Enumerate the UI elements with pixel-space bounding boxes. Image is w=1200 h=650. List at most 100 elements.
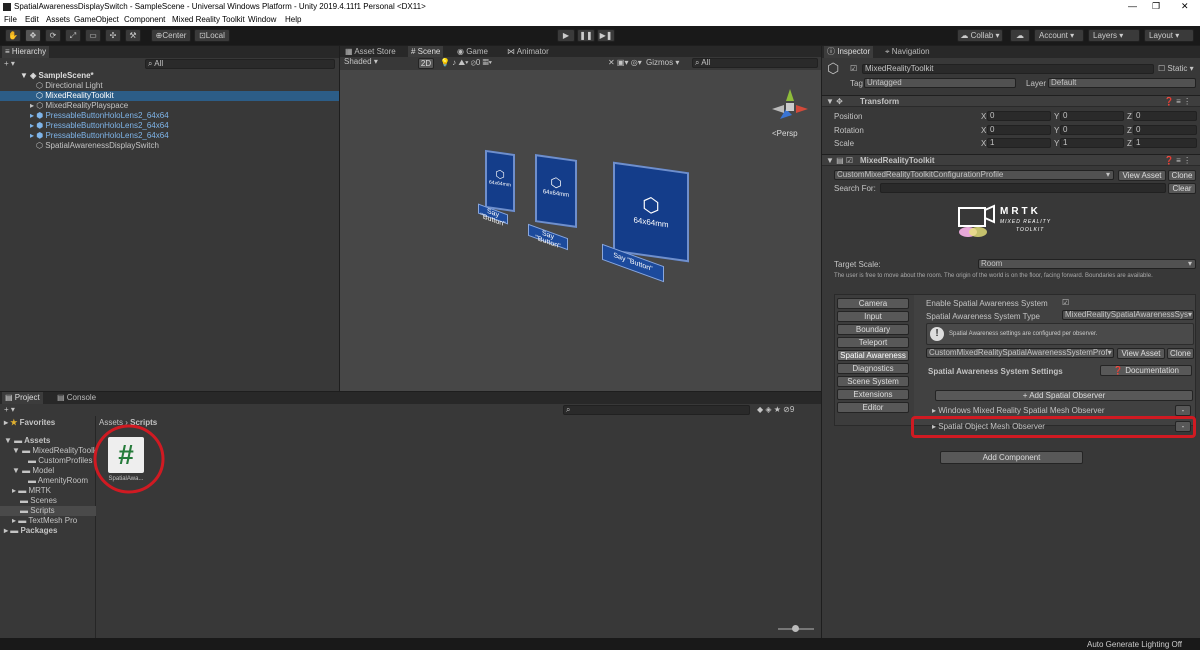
tree-packages[interactable]: ▸ ▬ Packages	[4, 526, 57, 536]
play-button[interactable]: ▶	[557, 29, 575, 42]
transform-tool-icon[interactable]: ✣	[105, 29, 121, 42]
position-z[interactable]: 0	[1133, 111, 1197, 121]
rotation-z[interactable]: 0	[1133, 125, 1197, 135]
clear-button[interactable]: Clear	[1168, 183, 1196, 194]
step-button[interactable]: ▶❚	[597, 29, 615, 42]
menu-assets[interactable]: Assets	[46, 15, 70, 24]
custom-tool-icon[interactable]: ⚒	[125, 29, 141, 42]
tree-custom-profiles[interactable]: ▬ CustomProfiles	[28, 456, 96, 466]
scene-root[interactable]: ▼ ◈ SampleScene*	[20, 71, 94, 81]
tab-project[interactable]: ▤ Project	[2, 392, 43, 404]
position-x[interactable]: 0	[987, 111, 1051, 121]
hologram-button-2[interactable]: ⬡ 64x64mm	[535, 154, 577, 228]
section-camera[interactable]: Camera	[837, 298, 909, 309]
menu-component[interactable]: Component	[124, 15, 165, 24]
2d-toggle[interactable]: 2D	[418, 58, 434, 69]
scene-search-input[interactable]: ⌕ All	[692, 58, 818, 68]
mrtk-component-header[interactable]: ▼ ▤ ☑ MixedRealityToolkit ❓ ≡ ⋮	[822, 154, 1200, 166]
project-search-input[interactable]: ⌕	[563, 405, 750, 415]
search-for-input[interactable]	[880, 183, 1166, 193]
tree-mrtk[interactable]: ▸ ▬ MRTK	[12, 486, 51, 496]
hierarchy-item[interactable]: ▸ ⬢ PressableButtonHoloLens2_64x64	[30, 121, 169, 131]
component-menu-icon[interactable]: ❓ ≡ ⋮	[1164, 97, 1191, 106]
section-scene-system[interactable]: Scene System	[837, 376, 909, 387]
layers-dropdown[interactable]: Layers ▾	[1088, 29, 1140, 42]
scene-view[interactable]: <Persp ⬡ 64x64mm Say "Button" ⬡ 64x64mm …	[340, 57, 821, 391]
position-y[interactable]: 0	[1060, 111, 1124, 121]
tree-assets[interactable]: ▼ ▬ Assets	[4, 436, 50, 446]
tab-inspector[interactable]: ⓘ Inspector	[824, 46, 874, 58]
view-asset-button[interactable]: View Asset	[1118, 170, 1166, 181]
persp-label[interactable]: <Persp	[772, 129, 798, 139]
maximize-button[interactable]: ❐	[1152, 1, 1160, 12]
rect-tool-icon[interactable]: ▭	[85, 29, 101, 42]
component-menu-icon[interactable]: ❓ ≡ ⋮	[1164, 156, 1191, 165]
tab-hierarchy[interactable]: ≡ Hierarchy	[2, 46, 50, 58]
section-editor[interactable]: Editor	[837, 402, 909, 413]
rotate-tool-icon[interactable]: ⟳	[45, 29, 61, 42]
object-name-field[interactable]: MixedRealityToolkit	[862, 64, 1154, 74]
sa-type-dropdown[interactable]: MixedRealitySpatialAwarenessSys▾	[1062, 310, 1194, 320]
pivot-local-button[interactable]: ⊡Local	[194, 29, 230, 42]
filter-icons[interactable]: ◆ ◈ ★ ⊘9	[757, 405, 794, 415]
tree-textmesh[interactable]: ▸ ▬ TextMesh Pro	[12, 516, 77, 526]
rotation-y[interactable]: 0	[1060, 125, 1124, 135]
add-component-button[interactable]: Add Component	[940, 451, 1083, 464]
layout-dropdown[interactable]: Layout ▾	[1144, 29, 1194, 42]
hierarchy-search-input[interactable]: ⌕ All	[145, 59, 335, 69]
section-spatial-awareness[interactable]: Spatial Awareness	[837, 350, 909, 361]
zoom-slider-handle[interactable]	[792, 625, 799, 632]
observer-item[interactable]: ▸ Windows Mixed Reality Spatial Mesh Obs…	[932, 406, 1105, 415]
hierarchy-item[interactable]: ⬡ Directional Light	[36, 81, 103, 91]
move-tool-icon[interactable]: ✥	[25, 29, 41, 42]
hierarchy-item[interactable]: ▸ ⬢ PressableButtonHoloLens2_64x64	[30, 131, 169, 141]
enable-sa-checkbox[interactable]: ☑	[1062, 298, 1069, 307]
light-toggle-icon[interactable]: 💡 ♪ ⛰▾ ⊘0 ▦▾	[440, 58, 492, 68]
section-input[interactable]: Input	[837, 311, 909, 322]
tree-amenity-room[interactable]: ▬ AmenityRoom	[28, 476, 88, 486]
target-scale-dropdown[interactable]: Room ▾	[978, 259, 1196, 269]
hierarchy-item[interactable]: ▸ ⬡ MixedRealityPlayspace	[30, 101, 128, 111]
section-teleport[interactable]: Teleport	[837, 337, 909, 348]
section-diagnostics[interactable]: Diagnostics	[837, 363, 909, 374]
sa-profile-dropdown[interactable]: CustomMixedRealitySpatialAwarenessSystem…	[926, 348, 1114, 358]
shading-dropdown[interactable]: Shaded ▾	[342, 58, 414, 68]
tab-navigation[interactable]: ⌖ Navigation	[882, 46, 933, 58]
menu-edit[interactable]: Edit	[25, 15, 39, 24]
section-boundary[interactable]: Boundary	[837, 324, 909, 335]
gizmos-dropdown[interactable]: Gizmos ▾	[646, 58, 679, 68]
tree-scenes[interactable]: ▬ Scenes	[20, 496, 57, 506]
tag-dropdown[interactable]: Untagged	[864, 78, 1016, 88]
menu-file[interactable]: File	[4, 15, 17, 24]
static-toggle[interactable]: ☐ Static ▾	[1158, 64, 1194, 74]
sa-clone-button[interactable]: Clone	[1167, 348, 1194, 359]
tab-console[interactable]: ▤ Console	[54, 392, 99, 404]
menu-help[interactable]: Help	[285, 15, 301, 24]
close-button[interactable]: ✕	[1181, 1, 1189, 12]
scale-tool-icon[interactable]: ⤢	[65, 29, 81, 42]
create-plus-icon[interactable]: + ▾	[4, 59, 15, 69]
hierarchy-item[interactable]: ▸ ⬢ PressableButtonHoloLens2_64x64	[30, 111, 169, 121]
pivot-center-button[interactable]: ⊕Center	[151, 29, 191, 42]
favorites-item[interactable]: ▸ ★ Favorites	[4, 418, 55, 428]
scale-z[interactable]: 1	[1133, 138, 1197, 148]
menu-window[interactable]: Window	[248, 15, 276, 24]
clone-button[interactable]: Clone	[1168, 170, 1196, 181]
pause-button[interactable]: ❚❚	[577, 29, 595, 42]
transform-header[interactable]: ▼ ✥ Transform ❓ ≡ ⋮	[822, 95, 1200, 107]
tree-scripts[interactable]: ▬ Scripts	[0, 506, 96, 516]
minimize-button[interactable]: —	[1128, 1, 1137, 11]
tree-model[interactable]: ▼ ▬ Model	[12, 466, 54, 476]
orientation-gizmo[interactable]	[770, 87, 810, 127]
hologram-button-3[interactable]: ⬡ 64x64mm	[613, 161, 689, 263]
scale-y[interactable]: 1	[1060, 138, 1124, 148]
hierarchy-item[interactable]: ⬡ SpatialAwarenessDisplaySwitch	[36, 141, 159, 151]
tools-icon[interactable]: ✕ ▣▾ ◎▾	[608, 58, 642, 68]
account-dropdown[interactable]: Account ▾	[1034, 29, 1084, 42]
hierarchy-item-selected[interactable]: ⬡ MixedRealityToolkit	[0, 91, 339, 101]
section-extensions[interactable]: Extensions	[837, 389, 909, 400]
sa-view-asset-button[interactable]: View Asset	[1117, 348, 1165, 359]
menu-mrtk[interactable]: Mixed Reality Toolkit	[172, 15, 245, 24]
add-spatial-observer-button[interactable]: + Add Spatial Observer	[935, 390, 1193, 401]
documentation-button[interactable]: ❓ Documentation	[1100, 365, 1192, 376]
